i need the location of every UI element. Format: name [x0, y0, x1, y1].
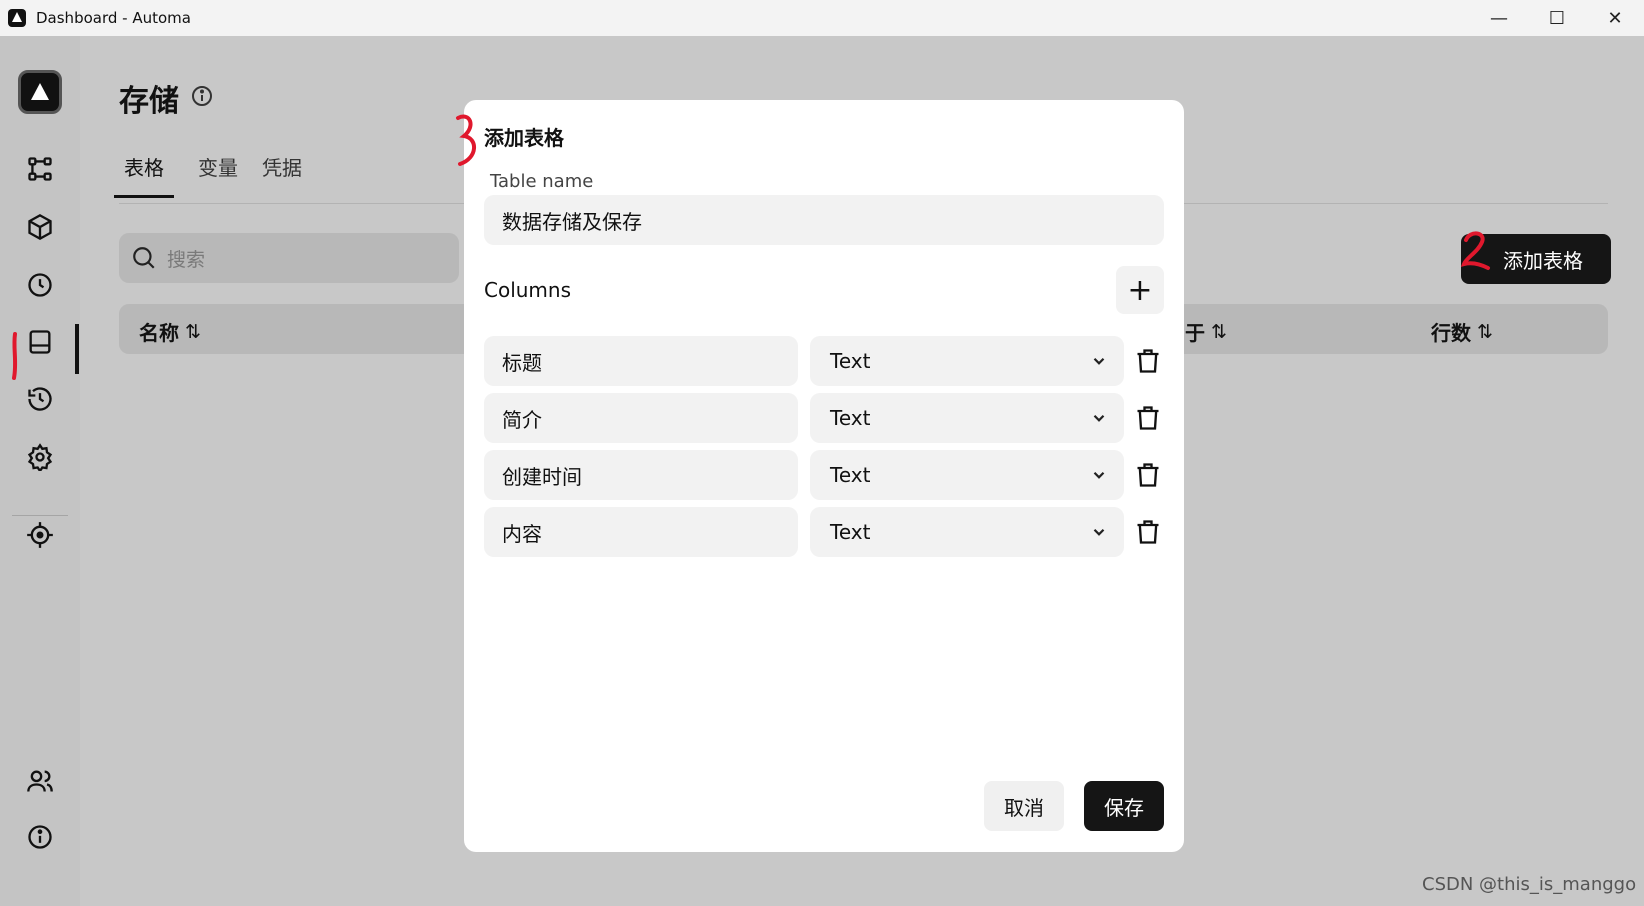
annotation-mark-2: [1460, 231, 1490, 270]
sidebar-item-team[interactable]: [20, 761, 60, 801]
trash-icon[interactable]: [1134, 347, 1162, 375]
save-button[interactable]: 保存: [1084, 781, 1164, 831]
chevron-down-icon: [1093, 528, 1105, 536]
column-type-value: Text: [830, 406, 871, 430]
sidebar-item-schedule[interactable]: [20, 265, 60, 305]
minimize-button[interactable]: —: [1470, 0, 1528, 36]
sort-icon: ⇅: [1211, 320, 1227, 343]
close-button[interactable]: ✕: [1586, 0, 1644, 36]
trash-icon[interactable]: [1134, 518, 1162, 546]
chevron-down-icon: [1093, 414, 1105, 422]
column-type-value: Text: [830, 463, 871, 487]
sidebar: [0, 36, 80, 906]
column-name-input[interactable]: 内容: [484, 507, 798, 557]
search-input[interactable]: 搜索: [119, 233, 459, 283]
table-name-input[interactable]: 数据存储及保存: [484, 195, 1164, 245]
trash-icon[interactable]: [1134, 404, 1162, 432]
trash-icon[interactable]: [1134, 461, 1162, 489]
column-row: 创建时间 Text: [484, 450, 1164, 500]
gear-icon: [27, 443, 53, 471]
column-row: 内容 Text: [484, 507, 1164, 557]
crosshair-icon: [27, 522, 53, 548]
storage-tabs: 表格 变量 凭据: [114, 152, 326, 198]
column-type-select[interactable]: Text: [810, 393, 1124, 443]
add-column-button[interactable]: +: [1116, 266, 1164, 314]
sidebar-item-workflows[interactable]: [20, 149, 60, 189]
column-header-created[interactable]: 于 ⇅: [1185, 317, 1227, 346]
annotation-mark-3: [456, 114, 476, 166]
sidebar-item-settings[interactable]: [20, 437, 60, 477]
workflow-icon: [28, 157, 52, 181]
column-type-select[interactable]: Text: [810, 450, 1124, 500]
window-titlebar: Dashboard - Automa — ☐ ✕: [0, 0, 1644, 36]
history-icon: [28, 387, 52, 411]
sort-icon: ⇅: [185, 320, 201, 343]
column-type-value: Text: [830, 349, 871, 373]
dialog-title: 添加表格: [484, 126, 564, 150]
column-name-input[interactable]: 简介: [484, 393, 798, 443]
sidebar-item-logs[interactable]: [20, 379, 60, 419]
page-title: 存储: [119, 84, 179, 119]
column-name-input[interactable]: 标题: [484, 336, 798, 386]
chevron-down-icon: [1093, 471, 1105, 479]
column-header-rows[interactable]: 行数 ⇅: [1431, 317, 1493, 346]
column-row: 简介 Text: [484, 393, 1164, 443]
column-name-input[interactable]: 创建时间: [484, 450, 798, 500]
header-label: 行数: [1431, 321, 1471, 345]
column-row: 标题 Text: [484, 336, 1164, 386]
tab-tables[interactable]: 表格: [114, 152, 174, 198]
window-title: Dashboard - Automa: [36, 9, 191, 27]
automa-logo-icon[interactable]: [18, 70, 62, 114]
cancel-button[interactable]: 取消: [984, 781, 1064, 831]
active-nav-indicator: [75, 324, 79, 374]
clock-icon: [28, 273, 52, 297]
column-header-name[interactable]: 名称 ⇅: [139, 317, 201, 346]
sidebar-item-element-picker[interactable]: [20, 515, 60, 555]
column-type-select[interactable]: Text: [810, 336, 1124, 386]
sidebar-item-storage[interactable]: [20, 322, 60, 362]
search-placeholder: 搜索: [167, 248, 206, 271]
info-icon: [28, 825, 52, 849]
annotation-mark-1: [12, 332, 18, 380]
sidebar-item-about[interactable]: [20, 817, 60, 857]
sidebar-item-packages[interactable]: [20, 207, 60, 247]
tab-credentials[interactable]: 凭据: [262, 152, 302, 198]
search-icon: [133, 247, 155, 269]
storage-icon: [29, 330, 51, 354]
app-logo-icon: [8, 9, 26, 27]
watermark: CSDN @this_is_manggo: [1422, 874, 1637, 895]
window-controls: — ☐ ✕: [1470, 0, 1644, 36]
users-icon: [27, 770, 53, 792]
package-icon: [28, 213, 52, 241]
columns-label: Columns: [484, 278, 572, 302]
column-type-select[interactable]: Text: [810, 507, 1124, 557]
maximize-button[interactable]: ☐: [1528, 0, 1586, 36]
table-name-label: Table name: [490, 171, 594, 192]
info-icon[interactable]: [190, 84, 214, 108]
chevron-down-icon: [1093, 357, 1105, 365]
header-label: 名称: [139, 321, 179, 345]
header-label: 于: [1185, 321, 1205, 345]
column-type-value: Text: [830, 520, 871, 544]
add-table-dialog: 添加表格 Table name 数据存储及保存 Columns + 标题 Tex…: [464, 100, 1184, 852]
tab-variables[interactable]: 变量: [198, 152, 238, 198]
sort-icon: ⇅: [1477, 320, 1493, 343]
